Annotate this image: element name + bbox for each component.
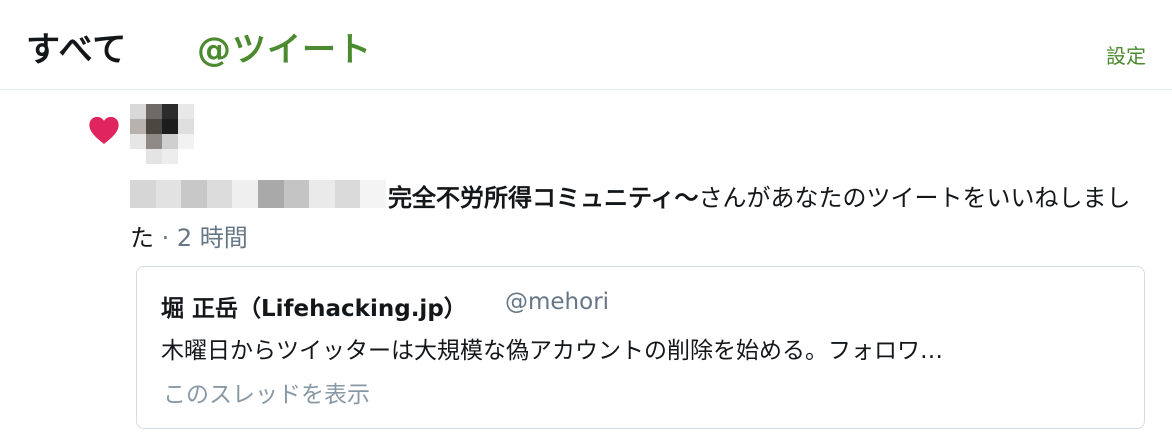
notification-text: 完全不労所得コミュニティ〜さんがあなたのツイートをいいねしました · 2 時間 [130,178,1150,258]
actor-name[interactable]: 完全不労所得コミュニティ〜 [388,184,699,212]
tweet-text: 木曜日からツイッターは大規模な偽アカウントの削除を始める。フォロワ… [161,338,943,364]
settings-link[interactable]: 設定 [1106,40,1146,69]
tweet-author-handle[interactable]: @mehori [505,289,609,315]
show-thread-link[interactable]: このスレッドを表示 [163,375,370,409]
tweet-author-name[interactable]: 堀 正岳（Lifehacking.jp） [161,289,467,323]
quoted-tweet-card[interactable]: 堀 正岳（Lifehacking.jp） @mehori 木曜日からツイッターは… [136,266,1145,429]
heart-icon [89,116,119,144]
timestamp[interactable]: 2 時間 [177,224,248,252]
tab-all[interactable]: すべて [26,22,127,71]
separator: · [154,224,177,252]
notifications-header: すべて @ツイート 設定 [0,0,1172,90]
avatar[interactable] [130,104,194,164]
notifications-screen: すべて @ツイート 設定 完全不労所得コミュニティ〜さんがあなたのツイートをいい… [0,0,1172,446]
tab-mentions[interactable]: @ツイート [197,22,372,71]
